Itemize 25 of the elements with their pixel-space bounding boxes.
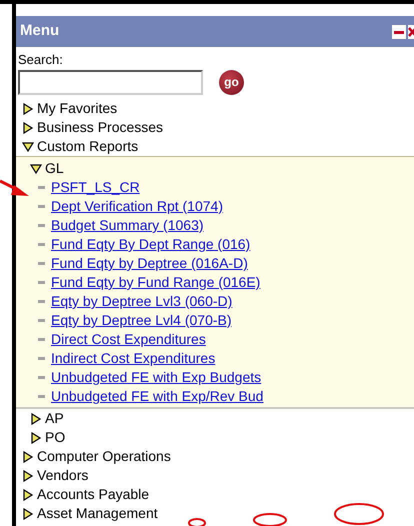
- menu-folder[interactable]: Computer Operations: [37, 446, 171, 467]
- report-link[interactable]: Unbudgeted FE with Exp Budgets: [51, 367, 262, 388]
- report-link[interactable]: Direct Cost Expenditures: [51, 329, 206, 350]
- search-label: Search:: [18, 51, 64, 69]
- menu-folder[interactable]: Vendors: [37, 465, 88, 486]
- menu-folder[interactable]: AP: [45, 408, 64, 429]
- report-link[interactable]: PSFT_LS_CR: [51, 177, 140, 198]
- report-link[interactable]: Fund Eqty by Fund Range (016E): [51, 272, 260, 293]
- menu-folder[interactable]: Accounts Payable: [37, 484, 150, 505]
- report-link[interactable]: Unbudgeted FE with Exp/Rev Bud: [51, 386, 264, 407]
- menu-folder[interactable]: Custom Reports: [37, 136, 138, 157]
- report-link[interactable]: Indirect Cost Expenditures: [51, 348, 216, 369]
- menu-folder[interactable]: My Favorites: [37, 98, 118, 119]
- report-link[interactable]: Fund Eqty By Dept Range (016): [51, 234, 250, 255]
- panel-title: Menu: [20, 21, 60, 42]
- go-button[interactable]: go: [219, 70, 244, 95]
- menu-folder[interactable]: Business Processes: [37, 117, 164, 138]
- report-link[interactable]: Dept Verification Rpt (1074): [51, 196, 223, 217]
- report-link[interactable]: Eqty by Deptree Lvl3 (060-D): [51, 291, 232, 312]
- report-link[interactable]: Fund Eqty by Deptree (016A-D): [51, 253, 248, 274]
- report-link[interactable]: Eqty by Deptree Lvl4 (070-B): [51, 310, 232, 331]
- menu-folder[interactable]: GL: [45, 158, 64, 179]
- menu-folder[interactable]: PO: [45, 427, 66, 448]
- report-link[interactable]: Budget Summary (1063): [51, 215, 204, 236]
- menu-folder[interactable]: Asset Management: [37, 503, 158, 524]
